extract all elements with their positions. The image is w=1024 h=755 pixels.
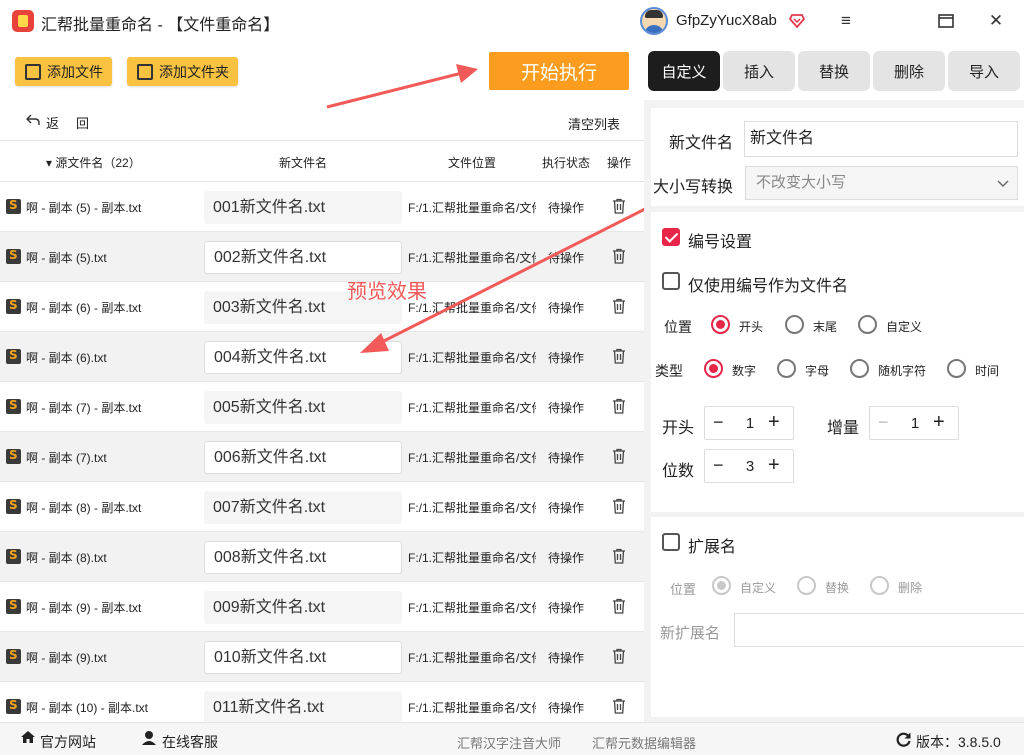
preview-annotation: 预览效果 xyxy=(347,281,427,303)
increment-value: 1 xyxy=(910,415,920,432)
extension-label: 扩展名 xyxy=(688,539,737,556)
ext-option-delete: 删除 xyxy=(898,581,923,595)
type-option-random: 随机字符 xyxy=(878,364,927,378)
type-label: 类型 xyxy=(655,363,683,379)
start-number-stepper[interactable]: − 1 + xyxy=(704,406,794,440)
position-option-start: 开头 xyxy=(739,320,764,334)
digits-label: 位数 xyxy=(662,463,695,480)
ext-option-custom: 自定义 xyxy=(740,581,777,595)
extension-checkbox[interactable] xyxy=(662,533,680,551)
ext-radio-custom[interactable] xyxy=(712,576,731,595)
only-number-checkbox[interactable] xyxy=(662,272,680,290)
plus-icon[interactable]: + xyxy=(768,454,780,477)
support-person-icon xyxy=(142,731,156,745)
chevron-down-icon xyxy=(997,167,1009,200)
case-select-value: 不改变大小写 xyxy=(756,174,847,191)
position-radio-end[interactable] xyxy=(785,315,804,334)
new-ext-input[interactable] xyxy=(734,613,1024,647)
position-label: 位置 xyxy=(664,319,692,335)
start-number-value: 1 xyxy=(745,415,755,432)
new-name-label: 新文件名 xyxy=(669,135,734,152)
position-radio-start[interactable] xyxy=(711,315,730,334)
plus-icon[interactable]: + xyxy=(768,411,780,434)
ext-radio-delete[interactable] xyxy=(870,576,889,595)
ext-option-replace: 替换 xyxy=(825,581,850,595)
home-icon xyxy=(21,731,35,743)
type-option-letter: 字母 xyxy=(805,364,830,378)
numbering-checkbox[interactable] xyxy=(662,228,680,246)
type-radio-random[interactable] xyxy=(850,359,869,378)
numbering-label: 编号设置 xyxy=(688,234,753,251)
position-option-end: 末尾 xyxy=(813,320,838,334)
digits-stepper[interactable]: − 3 + xyxy=(704,449,794,483)
minus-icon[interactable]: − xyxy=(878,412,889,433)
support-link[interactable]: 在线客服 xyxy=(162,732,218,752)
case-label: 大小写转换 xyxy=(653,179,734,196)
minus-icon[interactable]: − xyxy=(713,455,724,476)
footer-link-metadata[interactable]: 汇帮元数据编辑器 xyxy=(592,733,696,752)
website-link[interactable]: 官方网站 xyxy=(40,732,96,752)
ext-position-label: 位置 xyxy=(670,582,697,597)
plus-icon[interactable]: + xyxy=(933,411,945,434)
minus-icon[interactable]: − xyxy=(713,412,724,433)
start-number-label: 开头 xyxy=(662,420,695,437)
case-select[interactable]: 不改变大小写 xyxy=(745,166,1018,200)
ext-radio-replace[interactable] xyxy=(797,576,816,595)
new-ext-label: 新扩展名 xyxy=(660,625,721,642)
type-radio-letter[interactable] xyxy=(777,359,796,378)
new-name-input[interactable]: 新文件名 xyxy=(744,121,1018,157)
position-option-custom: 自定义 xyxy=(886,320,923,334)
footer-link-pinyin[interactable]: 汇帮汉字注音大师 xyxy=(457,733,561,752)
type-radio-number[interactable] xyxy=(704,359,723,378)
version-text[interactable]: 版本：3.8.5.0 xyxy=(916,732,1001,752)
only-number-label: 仅使用编号作为文件名 xyxy=(688,278,849,295)
refresh-icon[interactable] xyxy=(895,731,912,748)
type-radio-time[interactable] xyxy=(947,359,966,378)
increment-stepper[interactable]: − 1 + xyxy=(869,406,959,440)
type-option-number: 数字 xyxy=(732,364,757,378)
increment-label: 增量 xyxy=(827,420,860,437)
position-radio-custom[interactable] xyxy=(858,315,877,334)
type-option-time: 时间 xyxy=(975,364,1000,378)
digits-value: 3 xyxy=(745,458,755,475)
